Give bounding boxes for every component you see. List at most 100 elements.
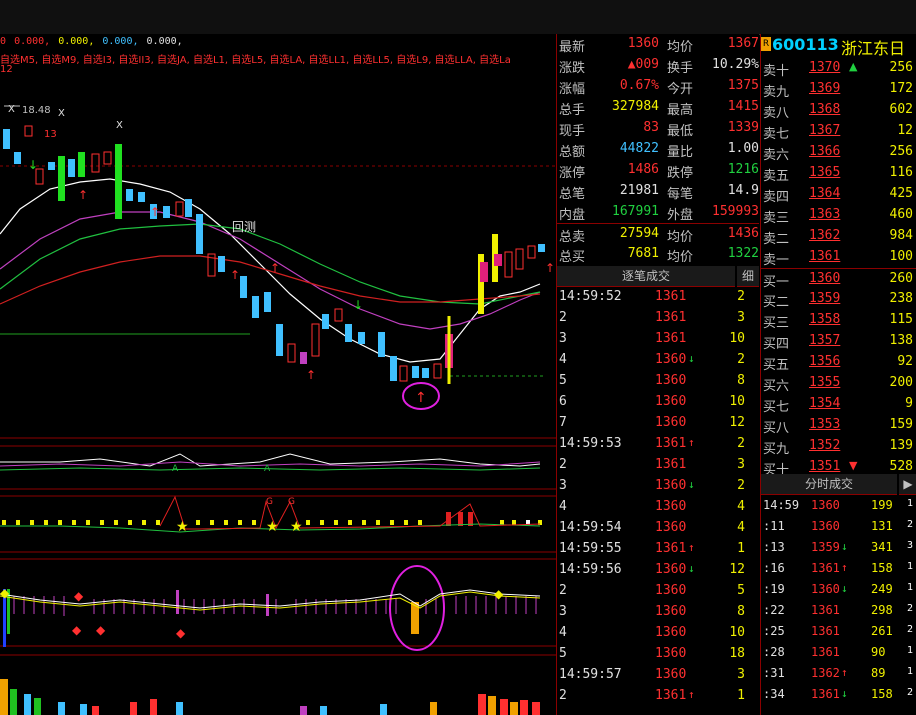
candle [287,343,296,363]
order-price[interactable]: 1364 [809,186,840,201]
quote-value: 1367 [727,36,759,51]
order-price[interactable]: 1354 [809,396,840,411]
trade-volume: 12 [729,415,745,430]
trade-time: 3 [559,478,567,493]
up-arrow-icon: ↑ [415,390,427,406]
ask-row[interactable]: 卖二 1362 984 [761,226,916,247]
bid-row[interactable]: 买一 1360 260 [761,268,916,290]
ask-row[interactable]: 卖五 1365 116 [761,163,916,184]
candle [538,244,545,252]
order-price[interactable]: 1370 [809,60,840,75]
bid-row[interactable]: 买六 1355 200 [761,373,916,394]
minute-count: 1 [907,582,914,593]
bid-row[interactable]: 买四 1357 138 [761,331,916,352]
order-price[interactable]: 1358 [809,312,840,327]
order-volume: 100 [889,249,913,264]
order-volume: 12 [897,123,913,138]
minute-count: 2 [907,519,914,530]
kline-chart-area[interactable]: ↑ ↑ ↑ ↑ ↓ ↓ ↑ ↑ ↑ X X X 13 回测 18.48 A A [0,34,557,715]
order-price[interactable]: 1362 [809,228,840,243]
order-volume: 159 [889,417,913,432]
bid-row[interactable]: 买七 1354 9 [761,394,916,415]
minute-volume: 298 [871,603,893,617]
ask-row[interactable]: 卖十 1370 ▲ 256 [761,58,916,79]
candle [185,199,192,217]
ask-row[interactable]: 卖六 1366 256 [761,142,916,163]
order-price[interactable]: 1351 [809,459,840,474]
trade-price: 1361 [655,436,687,451]
candle [300,352,307,364]
order-price[interactable]: 1357 [809,333,840,348]
ask-row[interactable]: 卖一 1361 100 [761,247,916,268]
quote-label: 内盘 [559,208,586,223]
order-level-label: 卖九 [763,85,790,100]
tick-trades-panel[interactable]: 逐笔成交 细 14:59:52 1361 2 2 1361 3 3 1361 10 4 1360 ↓ 2… [557,266,759,715]
quote-row: 最新 1360 均价 1367 [557,34,759,55]
ask-row[interactable]: 卖三 1363 460 [761,205,916,226]
quote-row: 涨停 1486 跌停 1216 [557,160,759,181]
trade-volume: 10 [729,331,745,346]
tab-minute-trades[interactable]: 分时成交 [761,474,897,495]
trade-time: 5 [559,373,567,388]
quote-value: 159993 [712,204,759,219]
minute-count: 2 [907,624,914,635]
quote-value: 21981 [619,183,659,198]
bid-row[interactable]: 买二 1359 238 [761,289,916,310]
candle [126,189,133,201]
minute-volume: 158 [871,687,893,701]
scroll-right-button[interactable]: ▶ [899,474,916,495]
order-price[interactable]: 1361 [809,249,840,264]
order-price[interactable]: 1356 [809,354,840,369]
order-volume: 115 [889,312,913,327]
minute-count: 1 [907,561,914,572]
bid-row[interactable]: 买九 1352 139 [761,436,916,457]
quote-value: 7681 [627,246,659,261]
ask-row[interactable]: 卖四 1364 425 [761,184,916,205]
order-price[interactable]: 1360 [809,271,840,286]
minute-count: 3 [907,540,914,551]
bid-row[interactable]: 买八 1353 159 [761,415,916,436]
order-price[interactable]: 1368 [809,102,840,117]
ma-value: 0.000, [102,36,139,47]
order-level-label: 买七 [763,400,790,415]
trade-volume: 2 [737,478,745,493]
minute-time: :31 [763,666,785,680]
order-price[interactable]: 1369 [809,81,840,96]
candle [163,206,170,218]
detail-button[interactable]: 细 [737,266,759,287]
ask-row[interactable]: 卖九 1369 172 [761,79,916,100]
trade-time: 2 [559,310,567,325]
ask-row[interactable]: 卖八 1368 602 [761,100,916,121]
order-price[interactable]: 1363 [809,207,840,222]
minute-volume: 199 [871,498,893,512]
trade-volume: 8 [737,604,745,619]
bid-row[interactable]: 买五 1356 92 [761,352,916,373]
up-arrow-icon: ↑ [688,541,695,554]
candle [334,308,343,322]
trade-volume: 10 [729,394,745,409]
order-price[interactable]: 1365 [809,165,840,180]
order-level-label: 买三 [763,316,790,331]
stock-code: 600113 [772,35,839,54]
candle [399,365,408,382]
bid-row[interactable]: 买三 1358 115 [761,310,916,331]
order-price[interactable]: 1359 [809,291,840,306]
quote-value: 167991 [612,204,659,219]
order-price[interactable]: 1355 [809,375,840,390]
up-arrow-icon: ↑ [150,205,160,219]
minute-trades-panel[interactable]: 分时成交 ▶ 14:59 1360 199 1:11 1360 131 2:13 1359 ↓ 3… [760,474,916,715]
trade-price: 1361 [655,541,687,556]
order-volume: 602 [889,102,913,117]
ma-value: 0.000, [146,36,183,47]
quote-value: 83 [643,120,659,135]
trade-time: 4 [559,625,567,640]
candle [240,276,247,298]
minute-volume: 89 [871,666,886,680]
order-price[interactable]: 1366 [809,144,840,159]
quote-value: 1375 [727,78,759,93]
ask-row[interactable]: 卖七 1367 12 [761,121,916,142]
order-price[interactable]: 1367 [809,123,840,138]
tab-tick-trades[interactable]: 逐笔成交 [557,266,735,287]
order-price[interactable]: 1352 [809,438,840,453]
order-price[interactable]: 1353 [809,417,840,432]
